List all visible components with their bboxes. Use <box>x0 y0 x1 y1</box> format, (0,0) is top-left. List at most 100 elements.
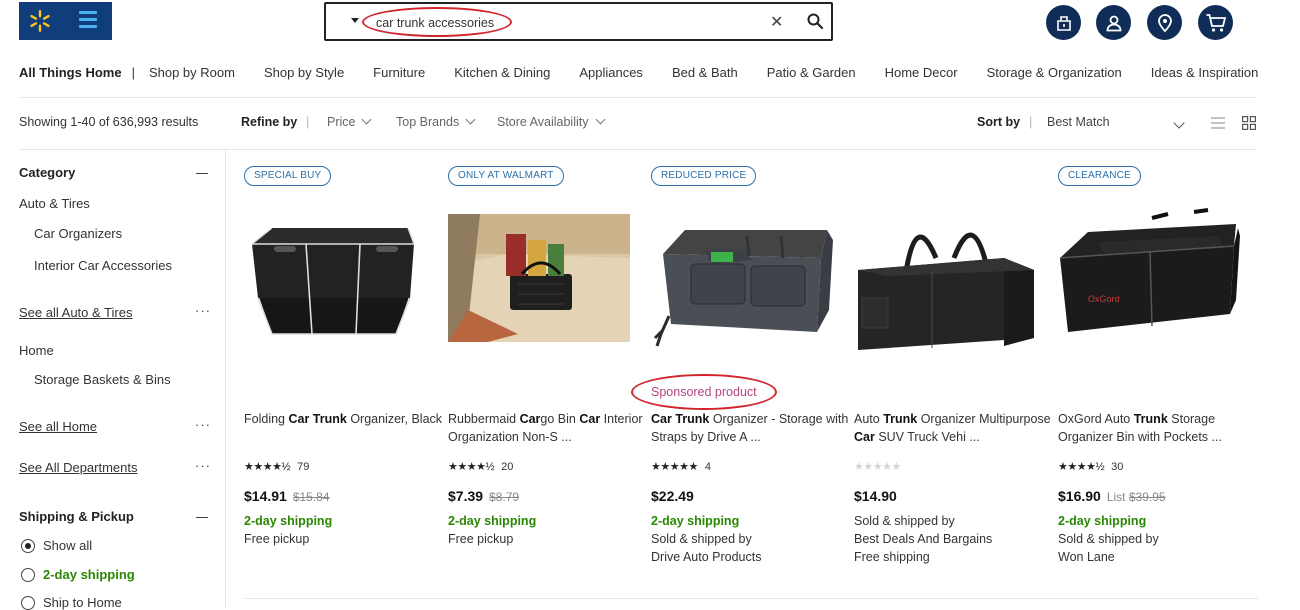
fulfillment-text: Free pickup <box>448 532 514 546</box>
seller-name[interactable]: Drive Auto Products <box>651 550 761 564</box>
search-bar: ✕ <box>324 2 833 41</box>
category-car-organizers[interactable]: Car Organizers <box>34 226 122 241</box>
two-day-shipping-text: 2-day shipping <box>448 514 537 528</box>
seller-name[interactable]: Best Deals And Bargains <box>854 532 992 546</box>
category-home[interactable]: Home <box>19 343 54 358</box>
star-rating: ★★★★½ 30 <box>1058 460 1123 473</box>
price: $22.49 <box>651 488 694 504</box>
clear-search-icon[interactable]: ✕ <box>770 12 783 32</box>
dept-nav-item-ideas-inspiration[interactable]: Ideas & Inspiration <box>1151 65 1259 80</box>
dept-nav-item-furniture[interactable]: Furniture <box>373 65 425 80</box>
search-department-dropdown-icon[interactable] <box>351 18 359 23</box>
more-options-icon[interactable]: ··· <box>195 303 211 318</box>
chevron-down-icon <box>362 114 372 125</box>
department-nav: All Things Home | Shop by Room Shop by S… <box>19 58 1259 86</box>
product-card[interactable]: ONLY AT WALMART Rubbermaid Cargo Bin Car… <box>448 150 652 590</box>
category-interior-car-accessories[interactable]: Interior Car Accessories <box>34 258 172 273</box>
sort-by-label: Sort by <box>977 115 1021 129</box>
dept-nav-current[interactable]: All Things Home <box>19 65 122 80</box>
title-text: Organizer, Black <box>346 412 443 426</box>
see-all-auto-tires-link[interactable]: See all Auto & Tires <box>19 305 132 320</box>
search-icon[interactable] <box>806 12 824 30</box>
product-title[interactable]: Folding Car Trunk Organizer, Black <box>244 410 444 428</box>
product-title[interactable]: Car Trunk Organizer - Storage with Strap… <box>651 410 851 446</box>
review-count[interactable]: 4 <box>705 461 711 473</box>
dept-nav-item-kitchen-dining[interactable]: Kitchen & Dining <box>454 65 550 80</box>
reorder-icon[interactable] <box>1046 5 1081 40</box>
store-availability-filter[interactable]: Store Availability <box>497 114 605 129</box>
dept-nav-item-shop-by-room[interactable]: Shop by Room <box>149 65 235 80</box>
drive-auto-trunk-organizer-image[interactable] <box>651 206 837 351</box>
collapse-shipping-icon[interactable] <box>196 517 208 518</box>
walmart-logo-button[interactable] <box>19 2 112 40</box>
title-text: Auto <box>854 412 884 426</box>
hamburger-menu-icon[interactable] <box>79 11 97 29</box>
show-all-label[interactable]: Show all <box>43 538 92 553</box>
seller-name[interactable]: Won Lane <box>1058 550 1115 564</box>
dept-nav-item-storage-organization[interactable]: Storage & Organization <box>987 65 1122 80</box>
title-text: Organizer Multipurpose <box>917 412 1051 426</box>
product-card[interactable]: Auto Trunk Organizer Multipurpose Car SU… <box>854 150 1058 590</box>
folding-trunk-organizer-image[interactable] <box>244 206 430 351</box>
product-title[interactable]: OxGord Auto Trunk Storage Organizer Bin … <box>1058 410 1258 446</box>
list-label: List <box>1106 490 1126 504</box>
only-at-walmart-badge: ONLY AT WALMART <box>448 166 564 186</box>
store-locator-icon[interactable] <box>1147 5 1182 40</box>
rubbermaid-cargo-bin-image[interactable] <box>448 214 630 342</box>
top-brands-filter[interactable]: Top Brands <box>396 114 476 129</box>
price-filter[interactable]: Price <box>327 114 372 129</box>
review-count[interactable]: 20 <box>501 461 513 473</box>
sort-select[interactable]: Best Match <box>1047 115 1110 129</box>
current-price: $7.39 <box>448 488 484 504</box>
multipurpose-trunk-organizer-image[interactable] <box>854 206 1040 351</box>
stars-icon: ★★★★★ <box>651 461 698 473</box>
dept-nav-item-patio-garden[interactable]: Patio & Garden <box>767 65 856 80</box>
price: $14.91 $15.84 <box>244 488 330 504</box>
dept-nav-item-appliances[interactable]: Appliances <box>579 65 643 80</box>
show-all-radio[interactable] <box>21 539 35 553</box>
price-filter-label: Price <box>327 115 356 129</box>
stars-icon: ★★★★½ <box>448 461 495 473</box>
oxgord-trunk-organizer-image[interactable]: OxGord <box>1058 206 1240 351</box>
star-rating: ★★★★½ 20 <box>448 460 513 473</box>
title-text: Rubbermaid <box>448 412 520 426</box>
results-toolbar: Showing 1-40 of 636,993 results Refine b… <box>0 105 1300 141</box>
product-title[interactable]: Auto Trunk Organizer Multipurpose Car SU… <box>854 410 1054 446</box>
review-count[interactable]: 30 <box>1111 461 1123 473</box>
account-icon[interactable] <box>1096 5 1131 40</box>
list-view-icon[interactable] <box>1211 117 1225 129</box>
collapse-category-icon[interactable] <box>196 173 208 174</box>
product-card[interactable]: REDUCED PRICE Sponsored product Car Trun… <box>631 150 855 590</box>
two-day-shipping-radio[interactable] <box>21 568 35 582</box>
see-all-departments-link[interactable]: See All Departments <box>19 460 138 475</box>
category-auto-tires[interactable]: Auto & Tires <box>19 196 90 211</box>
product-card[interactable]: SPECIAL BUY Folding Car Trunk Organizer,… <box>244 150 448 590</box>
more-options-icon[interactable]: ··· <box>195 417 211 432</box>
nav-divider <box>19 97 1257 98</box>
shipping-pickup-heading: Shipping & Pickup <box>19 509 134 524</box>
more-options-icon[interactable]: ··· <box>195 458 211 473</box>
was-price: $15.84 <box>292 490 330 504</box>
dept-nav-item-shop-by-style[interactable]: Shop by Style <box>264 65 344 80</box>
star-rating: ★★★★½ 79 <box>244 460 309 473</box>
results-bottom-divider <box>244 598 1258 599</box>
two-day-shipping-label[interactable]: 2-day shipping <box>43 567 135 582</box>
title-text: go Bin <box>540 412 580 426</box>
sponsored-annotation-circle <box>631 374 777 410</box>
chevron-down-icon <box>595 114 605 125</box>
category-storage-baskets-bins[interactable]: Storage Baskets & Bins <box>34 372 171 387</box>
was-price: $8.79 <box>489 490 520 504</box>
grid-view-icon[interactable] <box>1242 116 1256 130</box>
product-card[interactable]: CLEARANCE OxGord OxGord Auto Trunk Stora… <box>1058 150 1262 590</box>
clearance-badge: CLEARANCE <box>1058 166 1141 186</box>
dept-nav-item-bed-bath[interactable]: Bed & Bath <box>672 65 738 80</box>
review-count[interactable]: 79 <box>297 461 309 473</box>
see-all-home-link[interactable]: See all Home <box>19 419 97 434</box>
chevron-down-icon[interactable] <box>1173 117 1185 129</box>
cart-icon[interactable] <box>1198 5 1233 40</box>
product-title[interactable]: Rubbermaid Cargo Bin Car Interior Organi… <box>448 410 648 446</box>
svg-text:OxGord: OxGord <box>1088 294 1120 304</box>
refine-by-label: Refine by <box>241 115 298 129</box>
shipping-text: Free shipping <box>854 550 930 564</box>
dept-nav-item-home-decor[interactable]: Home Decor <box>885 65 958 80</box>
